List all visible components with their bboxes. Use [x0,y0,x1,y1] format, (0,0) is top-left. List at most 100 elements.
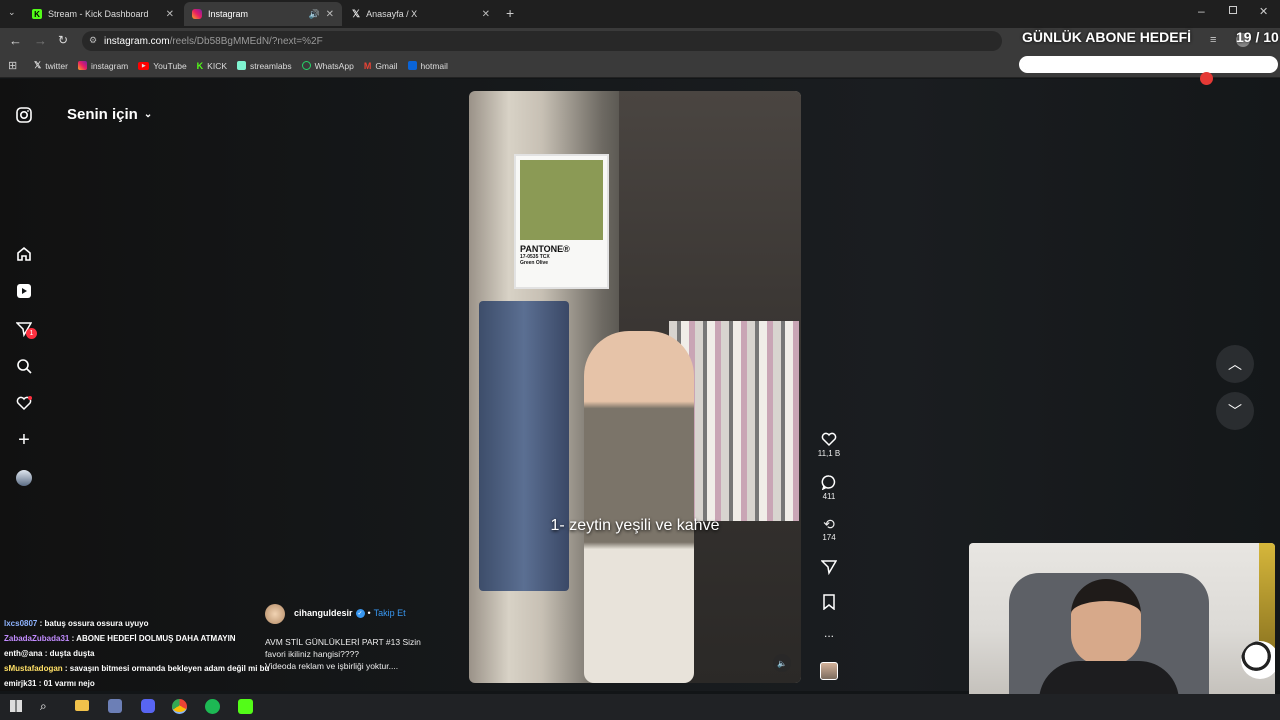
share-action[interactable] [815,559,843,577]
like-action[interactable]: 11,1 B [815,431,843,458]
reels-icon[interactable] [14,281,34,301]
subscriber-goal-title: GÜNLÜK ABONE HEDEFİ [1022,29,1192,45]
verified-badge-icon: ✓ [355,608,365,618]
chat-username: emirjk31 [4,679,37,688]
streamer-head [1071,579,1141,665]
forward-icon[interactable]: → [34,33,47,48]
bookmark-label: Gmail [375,60,398,71]
save-action[interactable] [815,594,843,612]
trophy-figure [1259,543,1275,653]
notification-badge: 1 [26,328,37,339]
football-ball [1241,641,1275,679]
speaker-icon[interactable]: 🔊 [309,9,320,20]
home-icon[interactable] [14,244,34,264]
apps-grid-icon[interactable]: ⊞ [8,59,17,72]
tab-x[interactable]: 𝕏 Anasayfa / X ✕ [344,2,498,26]
tab-instagram[interactable]: Instagram 🔊 ✕ [184,2,342,26]
comment-icon [821,475,836,491]
bookmark-whatsapp[interactable]: WhatsApp [301,61,354,71]
bookmark-label: instagram [90,60,129,71]
repost-icon: ⟲ [823,516,835,532]
bookmark-hotmail[interactable]: hotmail [407,60,448,71]
repost-action[interactable]: ⟲ 174 [815,516,843,542]
pantone-card: PANTONE® 17-0535 TCX Green Olive [514,154,609,289]
more-options-action[interactable]: ... [815,626,843,640]
comment-action[interactable]: 411 [815,474,843,501]
jeans-rack [479,301,569,591]
bookmark-instagram[interactable]: instagram [77,60,129,71]
kick-icon: K [196,60,204,71]
close-tab-icon[interactable]: ✕ [326,9,334,20]
tab-list-chevron-icon[interactable]: ⌄ [8,7,16,18]
subscriber-goal-fill [1022,59,1275,70]
whatsapp-icon [301,61,311,70]
address-bar[interactable]: ⚙ instagram.com/reels/Db58BgMMEdN/?next=… [82,31,1002,51]
pantone-name: Green Olive [520,260,549,266]
site-info-icon[interactable]: ⚙ [89,35,97,46]
reel-video[interactable]: PANTONE® 17-0535 TCX Green Olive 1- zeyt… [469,91,801,683]
gmail-icon: M [363,60,372,71]
chat-username: lxcs0807 [4,619,38,628]
notifications-heart-icon[interactable] [14,393,34,413]
create-plus-icon[interactable]: + [14,429,34,451]
author-name[interactable]: cihanguldesir [294,608,353,618]
bookmark-label: streamlabs [250,60,292,71]
streamlabs-icon [237,61,247,70]
tab-kick-dashboard[interactable]: K Stream - Kick Dashboard ✕ [24,2,182,26]
profile-avatar[interactable] [14,468,34,488]
kick-app-icon[interactable] [238,699,253,714]
share-send-icon [820,560,838,576]
audio-thumbnail[interactable] [820,662,838,680]
bookmark-youtube[interactable]: ▶ YouTube [138,61,187,71]
bookmark-label: hotmail [420,60,448,71]
instagram-logo-icon[interactable] [14,105,34,125]
chat-text: : duşta duşta [42,649,95,658]
app-icon[interactable] [108,699,122,713]
file-explorer-icon[interactable] [75,700,89,711]
follow-button[interactable]: Takip Et [374,608,406,618]
caption-overlay: 1- zeytin yeşili ve kahve [550,517,720,534]
mute-toggle-icon[interactable]: 🔈 [773,654,791,672]
webcam-overlay [969,543,1275,717]
bookmark-icon [823,594,835,611]
close-tab-icon[interactable]: ✕ [482,9,490,20]
separator-dot: • [367,608,371,618]
feed-title: Senin için [67,106,138,123]
tab-search-icon[interactable]: ≡ [1210,34,1216,46]
next-reel-button[interactable]: ﹀ [1216,392,1254,430]
restore-icon[interactable] [1229,6,1237,14]
pantone-brand: PANTONE® [520,244,570,254]
minimize-icon[interactable]: – [1198,4,1205,18]
new-tab-icon[interactable]: + [506,5,514,21]
bookmark-streamlabs[interactable]: streamlabs [237,61,292,71]
reel-description: AVM STİL GÜNLÜKLERİ PART #13 Sizin favor… [265,636,421,672]
bookmark-twitter[interactable]: 𝕏twitter [34,60,68,71]
tab-label: Stream - Kick Dashboard [48,9,149,19]
feed-selector[interactable]: Senin için ⌄ [67,106,152,123]
url-domain: instagram.com [104,35,170,47]
close-window-icon[interactable]: ✕ [1259,5,1268,18]
chat-message: ZabadaZubada31 : ABONE HEDEFİ DOLMUŞ DAH… [4,634,236,643]
chat-username: ZabadaZubada31 [4,634,70,643]
search-icon[interactable]: ⌕ [40,699,47,714]
description-line: AVM STİL GÜNLÜKLERİ PART #13 Sizin [265,637,421,647]
person-figure [584,331,694,683]
bookmark-gmail[interactable]: M Gmail [364,61,398,71]
windows-start-icon[interactable] [10,700,22,712]
bookmark-kick[interactable]: K KICK [197,61,227,71]
author-avatar[interactable] [265,604,285,624]
previous-reel-button[interactable]: ︿ [1216,345,1254,383]
chat-message: lxcs0807 : batuş ossura ossura uyuyo [4,619,149,628]
x-favicon-icon: 𝕏 [352,8,361,20]
bookmark-label: twitter [45,60,68,71]
reload-icon[interactable]: ↻ [58,33,68,47]
discord-icon[interactable] [141,699,155,713]
chrome-icon[interactable] [172,699,187,714]
back-icon[interactable]: ← [9,33,22,48]
close-tab-icon[interactable]: ✕ [166,9,174,20]
spotify-icon[interactable] [205,699,220,714]
url-path: /reels/Db58BgMMEdN/?next=%2F [169,35,323,47]
chat-message: sMustafadogan : savaşın bitmesi ormanda … [4,664,269,673]
search-icon[interactable] [14,356,34,376]
subscriber-goal-count: 19 / 10 [1236,29,1279,45]
